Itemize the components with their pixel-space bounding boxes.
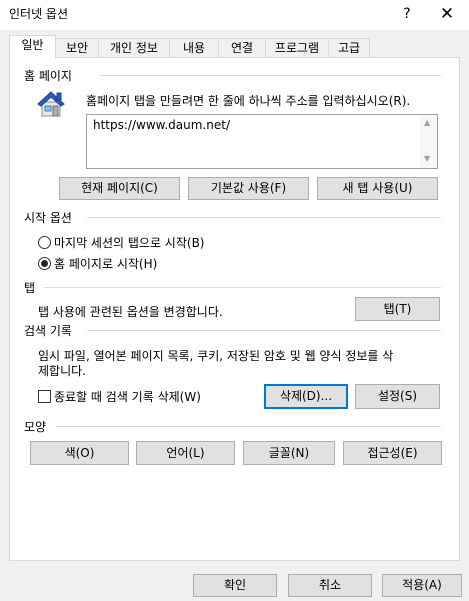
use-current-button[interactable]: 현재 페이지(C) <box>59 177 180 200</box>
fonts-button[interactable]: 글꼴(N) <box>243 441 335 465</box>
radio-home-page[interactable] <box>38 257 51 270</box>
delete-on-exit-checkbox[interactable] <box>38 390 51 403</box>
section-divider <box>87 217 441 218</box>
home-page-description: 홈페이지 탭을 만들려면 한 줄에 하나씩 주소를 입력하십시오(R). <box>86 94 411 108</box>
history-settings-button[interactable]: 설정(S) <box>355 384 440 409</box>
tab-programs[interactable]: 프로그램 <box>265 38 329 58</box>
section-divider <box>56 426 441 427</box>
section-divider <box>87 330 441 331</box>
tabs-settings-button[interactable]: 탭(T) <box>355 297 440 321</box>
tab-security[interactable]: 보안 <box>55 38 99 58</box>
history-description-line2: 제합니다. <box>38 364 86 378</box>
tab-content[interactable]: 내용 <box>169 38 219 58</box>
textarea-scrollbar[interactable]: ▲ ▼ <box>420 115 437 168</box>
use-new-tab-button[interactable]: 새 탭 사용(U) <box>317 177 438 200</box>
tab-advanced[interactable]: 고급 <box>328 38 370 58</box>
scroll-up-arrow-icon[interactable]: ▲ <box>424 118 430 127</box>
ok-button[interactable]: 확인 <box>193 574 277 597</box>
radio-last-session-label[interactable]: 마지막 세션의 탭으로 시작(B) <box>54 234 204 251</box>
radio-selected-dot <box>41 260 48 267</box>
home-page-url-value: https://www.daum.net/ <box>93 118 230 132</box>
tab-connections[interactable]: 연결 <box>218 38 266 58</box>
delete-on-exit-label[interactable]: 종료할 때 검색 기록 삭제(W) <box>54 388 201 405</box>
accessibility-button[interactable]: 접근성(E) <box>343 441 442 465</box>
startup-section-label: 시작 옵션 <box>24 211 72 225</box>
delete-history-button[interactable]: 삭제(D)... <box>264 384 348 409</box>
apply-button[interactable]: 적용(A) <box>382 574 462 597</box>
tab-general[interactable]: 일반 <box>9 35 56 59</box>
tabs-section-label: 탭 <box>24 281 36 295</box>
radio-home-page-label[interactable]: 홈 페이지로 시작(H) <box>54 255 157 272</box>
home-page-url-textarea[interactable]: https://www.daum.net/ ▲ ▼ <box>86 114 438 169</box>
section-divider <box>44 287 441 288</box>
colors-button[interactable]: 색(O) <box>30 441 129 465</box>
help-button[interactable]: ? <box>392 2 422 26</box>
tabs-description: 탭 사용에 관련된 옵션을 변경합니다. <box>38 305 223 319</box>
history-description-line1: 임시 파일, 열어본 페이지 목록, 쿠키, 저장된 암호 및 웹 양식 정보를… <box>38 349 394 363</box>
tab-privacy[interactable]: 개인 정보 <box>98 38 170 58</box>
house-icon <box>35 88 67 120</box>
scroll-down-arrow-icon[interactable]: ▼ <box>424 154 430 163</box>
close-button[interactable]: ✕ <box>430 1 464 27</box>
history-section-label: 검색 기록 <box>24 324 72 338</box>
home-page-section-label: 홈 페이지 <box>24 69 72 83</box>
section-divider <box>100 75 441 76</box>
title-bar: 인터넷 옵션 ? ✕ <box>0 0 469 30</box>
window-title: 인터넷 옵션 <box>9 7 69 21</box>
cancel-button[interactable]: 취소 <box>288 574 372 597</box>
appearance-section-label: 모양 <box>24 420 47 434</box>
radio-last-session[interactable] <box>38 236 51 249</box>
use-default-button[interactable]: 기본값 사용(F) <box>188 177 309 200</box>
languages-button[interactable]: 언어(L) <box>136 441 235 465</box>
